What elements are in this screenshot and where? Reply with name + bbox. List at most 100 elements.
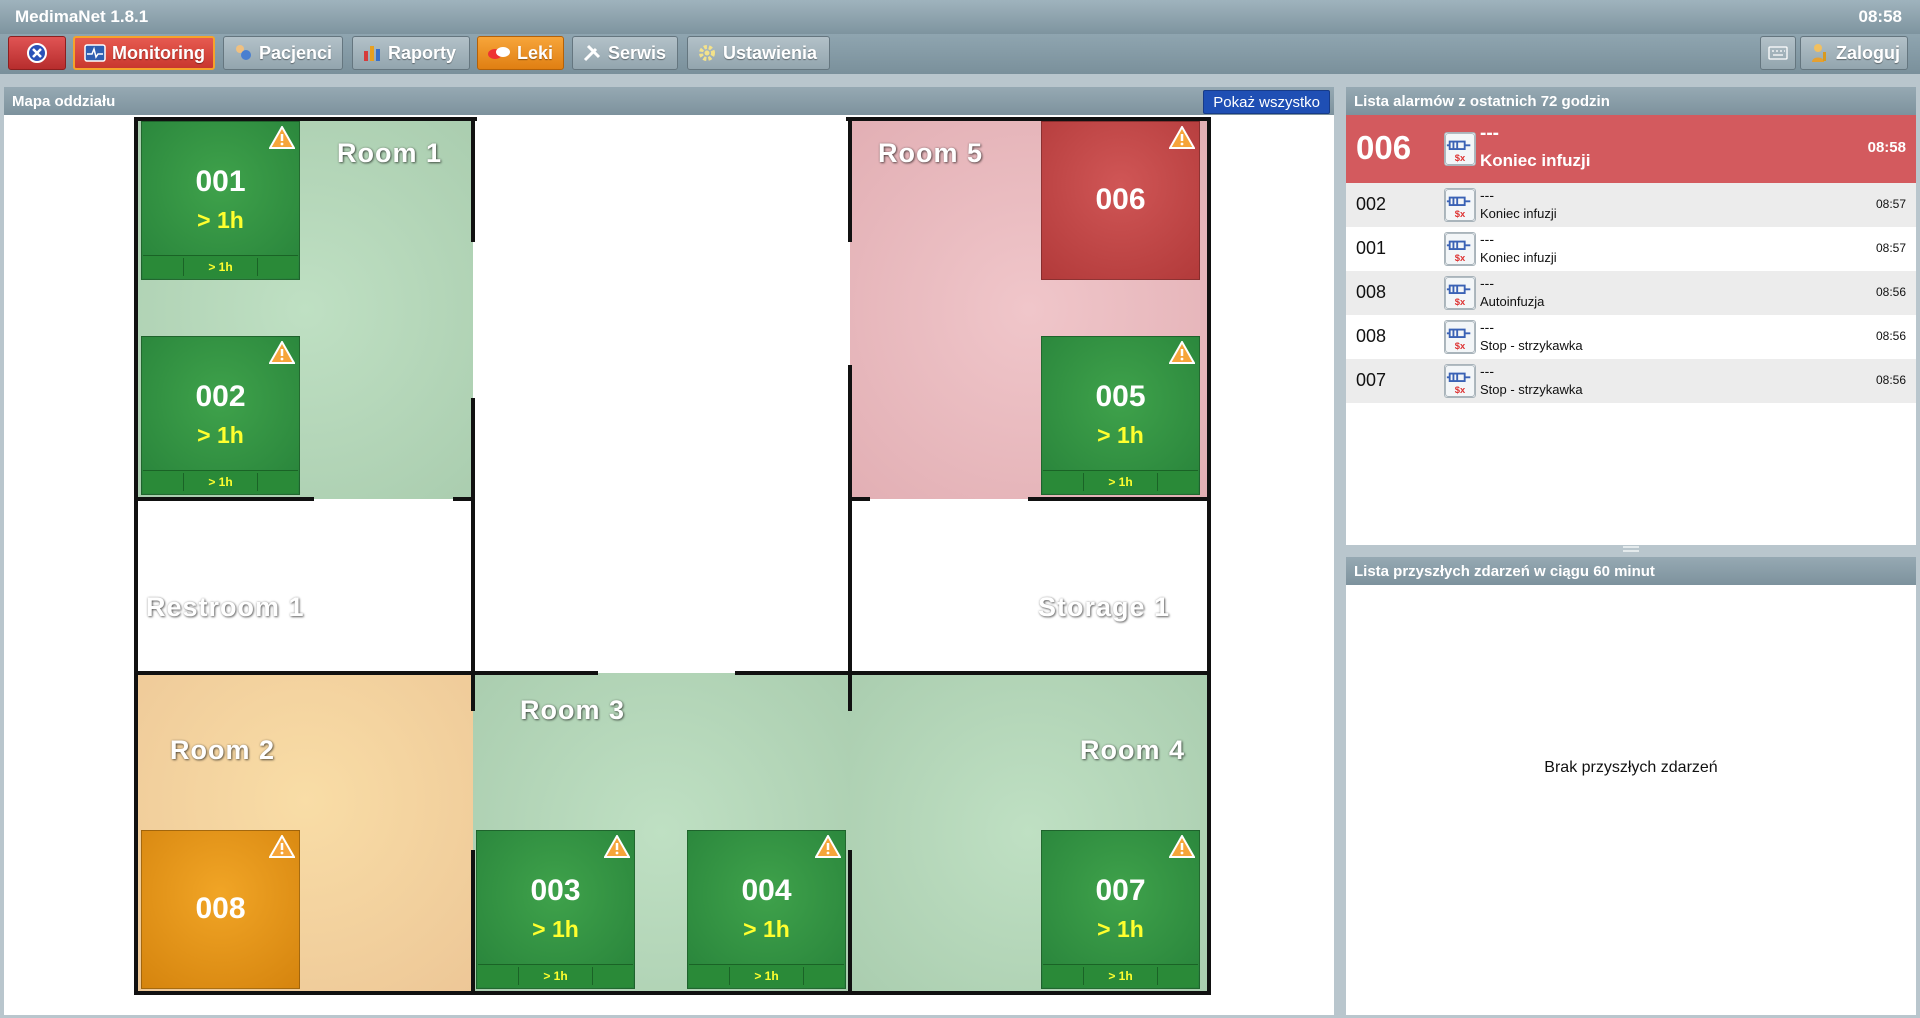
warning-icon <box>1169 341 1195 364</box>
login-button[interactable]: Zaloguj <box>1800 36 1908 70</box>
wall <box>134 671 598 675</box>
settings-button[interactable]: Ustawienia <box>687 36 830 70</box>
alarm-message: Koniec infuzji <box>1480 206 1557 221</box>
svg-text:$x: $x <box>1455 297 1466 307</box>
alarm-icon: $x <box>1444 132 1476 169</box>
bed-status-bar: > 1h <box>143 470 298 493</box>
pills-icon <box>488 47 510 59</box>
alarm-bed-number: 006 <box>1356 129 1412 166</box>
alarm-line1: --- <box>1480 363 1494 379</box>
bed-status-bar: > 1h <box>1043 964 1198 987</box>
drugs-label: Leki <box>517 42 554 63</box>
warning-icon <box>269 126 295 149</box>
ward-map-title: Mapa oddziału <box>12 93 116 110</box>
drugs-button[interactable]: Leki <box>477 36 564 70</box>
bed-003[interactable]: 003 > 1h > 1h <box>476 830 635 989</box>
storage-1[interactable] <box>850 499 1207 673</box>
bed-number: 005 <box>1095 380 1146 413</box>
login-label: Zaloguj <box>1836 42 1900 63</box>
bed-status-bar: > 1h <box>478 964 633 987</box>
storage-1-label: Storage 1 <box>1038 592 1171 622</box>
alarm-icon: $x <box>1444 276 1476 313</box>
room-3-label: Room 3 <box>520 695 626 725</box>
wall <box>735 671 1211 675</box>
exit-icon <box>27 43 47 63</box>
svg-text:$x: $x <box>1455 385 1466 395</box>
alarm-bed-number: 002 <box>1356 194 1387 214</box>
alarm-list-title: Lista alarmów z ostatnich 72 godzin <box>1354 93 1610 110</box>
bed-number: 002 <box>195 380 246 413</box>
title-bar: MedimaNet 1.8.1 08:58 <box>0 0 1920 34</box>
syringe-pump-icon: $x <box>1444 132 1476 166</box>
bed-007[interactable]: 007 > 1h > 1h <box>1041 830 1200 989</box>
bed-time: > 1h <box>1097 916 1144 942</box>
alarm-message: Stop - strzykawka <box>1480 338 1583 353</box>
alarm-time: 08:57 <box>1875 197 1906 211</box>
bed-008[interactable]: 008 <box>141 830 300 989</box>
bed-number: 006 <box>1095 183 1146 216</box>
keyboard-button[interactable] <box>1760 36 1796 70</box>
gear-icon <box>699 45 715 61</box>
ward-map-header: Mapa oddziału Pokaż wszystko <box>4 87 1334 115</box>
keyboard-icon <box>1768 46 1788 60</box>
ward-map: Room 1 Room 5 Restroom 1 Storage 1 Room … <box>4 115 1334 1013</box>
svg-text:$x: $x <box>1455 341 1466 351</box>
wall <box>848 365 852 711</box>
monitor-icon <box>84 44 106 62</box>
syringe-pump-icon: $x <box>1444 232 1476 266</box>
alarm-time: 08:58 <box>1867 139 1906 156</box>
alarm-row[interactable]: 007 $x --- Stop - strzykawka 08:56 <box>1346 359 1916 403</box>
main-toolbar: Monitoring Pacjenci Raporty Leki Serwis … <box>0 34 1920 74</box>
bed-001[interactable]: 001 > 1h > 1h <box>141 121 300 280</box>
bed-004[interactable]: 004 > 1h > 1h <box>687 830 846 989</box>
panel-splitter[interactable] <box>1346 545 1916 555</box>
reports-button[interactable]: Raporty <box>352 36 470 70</box>
bed-time: > 1h <box>1097 422 1144 448</box>
restroom-1[interactable] <box>138 499 473 673</box>
patients-button[interactable]: Pacjenci <box>223 36 343 70</box>
bed-status-bar: > 1h <box>689 964 844 987</box>
service-button[interactable]: Serwis <box>572 36 678 70</box>
bed-005[interactable]: 005 > 1h > 1h <box>1041 336 1200 495</box>
bed-002[interactable]: 002 > 1h > 1h <box>141 336 300 495</box>
alarm-time: 08:56 <box>1875 329 1906 343</box>
wall <box>471 850 475 995</box>
monitoring-button[interactable]: Monitoring <box>73 36 215 70</box>
alarm-row[interactable]: 002 $x --- Koniec infuzji 08:57 <box>1346 183 1916 227</box>
restroom-1-label: Restroom 1 <box>146 592 305 622</box>
alarm-row[interactable]: 008 $x --- Stop - strzykawka 08:56 <box>1346 315 1916 359</box>
alarm-row[interactable]: 008 $x --- Autoinfuzja 08:56 <box>1346 271 1916 315</box>
alarm-line1: --- <box>1480 231 1494 247</box>
wall <box>850 497 870 501</box>
alarm-row[interactable]: 006 $x --- Koniec infuzji 08:58 <box>1346 115 1916 183</box>
wall <box>471 398 475 711</box>
alarm-line1: --- <box>1480 187 1494 203</box>
alarm-row[interactable]: 001 $x --- Koniec infuzji 08:57 <box>1346 227 1916 271</box>
exit-button[interactable] <box>8 36 66 70</box>
bed-time: > 1h <box>532 916 579 942</box>
bed-number: 008 <box>195 892 246 925</box>
wall <box>134 497 314 501</box>
warning-icon <box>269 341 295 364</box>
alarm-icon: $x <box>1444 364 1476 401</box>
room-1-label: Room 1 <box>337 138 443 168</box>
warning-icon <box>1169 126 1195 149</box>
wall <box>848 850 852 995</box>
alarm-bed-number: 008 <box>1356 326 1387 346</box>
alarm-message: Koniec infuzji <box>1480 250 1557 265</box>
bed-number: 007 <box>1095 874 1146 907</box>
events-title: Lista przyszłych zdarzeń w ciągu 60 minu… <box>1354 563 1655 580</box>
room-4-label: Room 4 <box>1080 735 1186 765</box>
settings-label: Ustawienia <box>723 42 818 63</box>
app-title: MedimaNet 1.8.1 <box>15 7 149 26</box>
warning-icon <box>815 835 841 858</box>
bed-006[interactable]: 006 <box>1041 121 1200 280</box>
events-panel: Lista przyszłych zdarzeń w ciągu 60 minu… <box>1346 557 1916 1015</box>
alarm-list-header: Lista alarmów z ostatnich 72 godzin <box>1346 87 1916 115</box>
ward-map-panel: Mapa oddziału Pokaż wszystko Room 1 Room… <box>4 87 1334 1015</box>
clock: 08:58 <box>1858 7 1902 26</box>
alarm-list-panel: Lista alarmów z ostatnich 72 godzin 006 $… <box>1346 87 1916 545</box>
bed-time: > 1h <box>197 207 244 233</box>
bed-time: > 1h <box>743 916 790 942</box>
show-all-button[interactable]: Pokaż wszystko <box>1203 90 1330 114</box>
